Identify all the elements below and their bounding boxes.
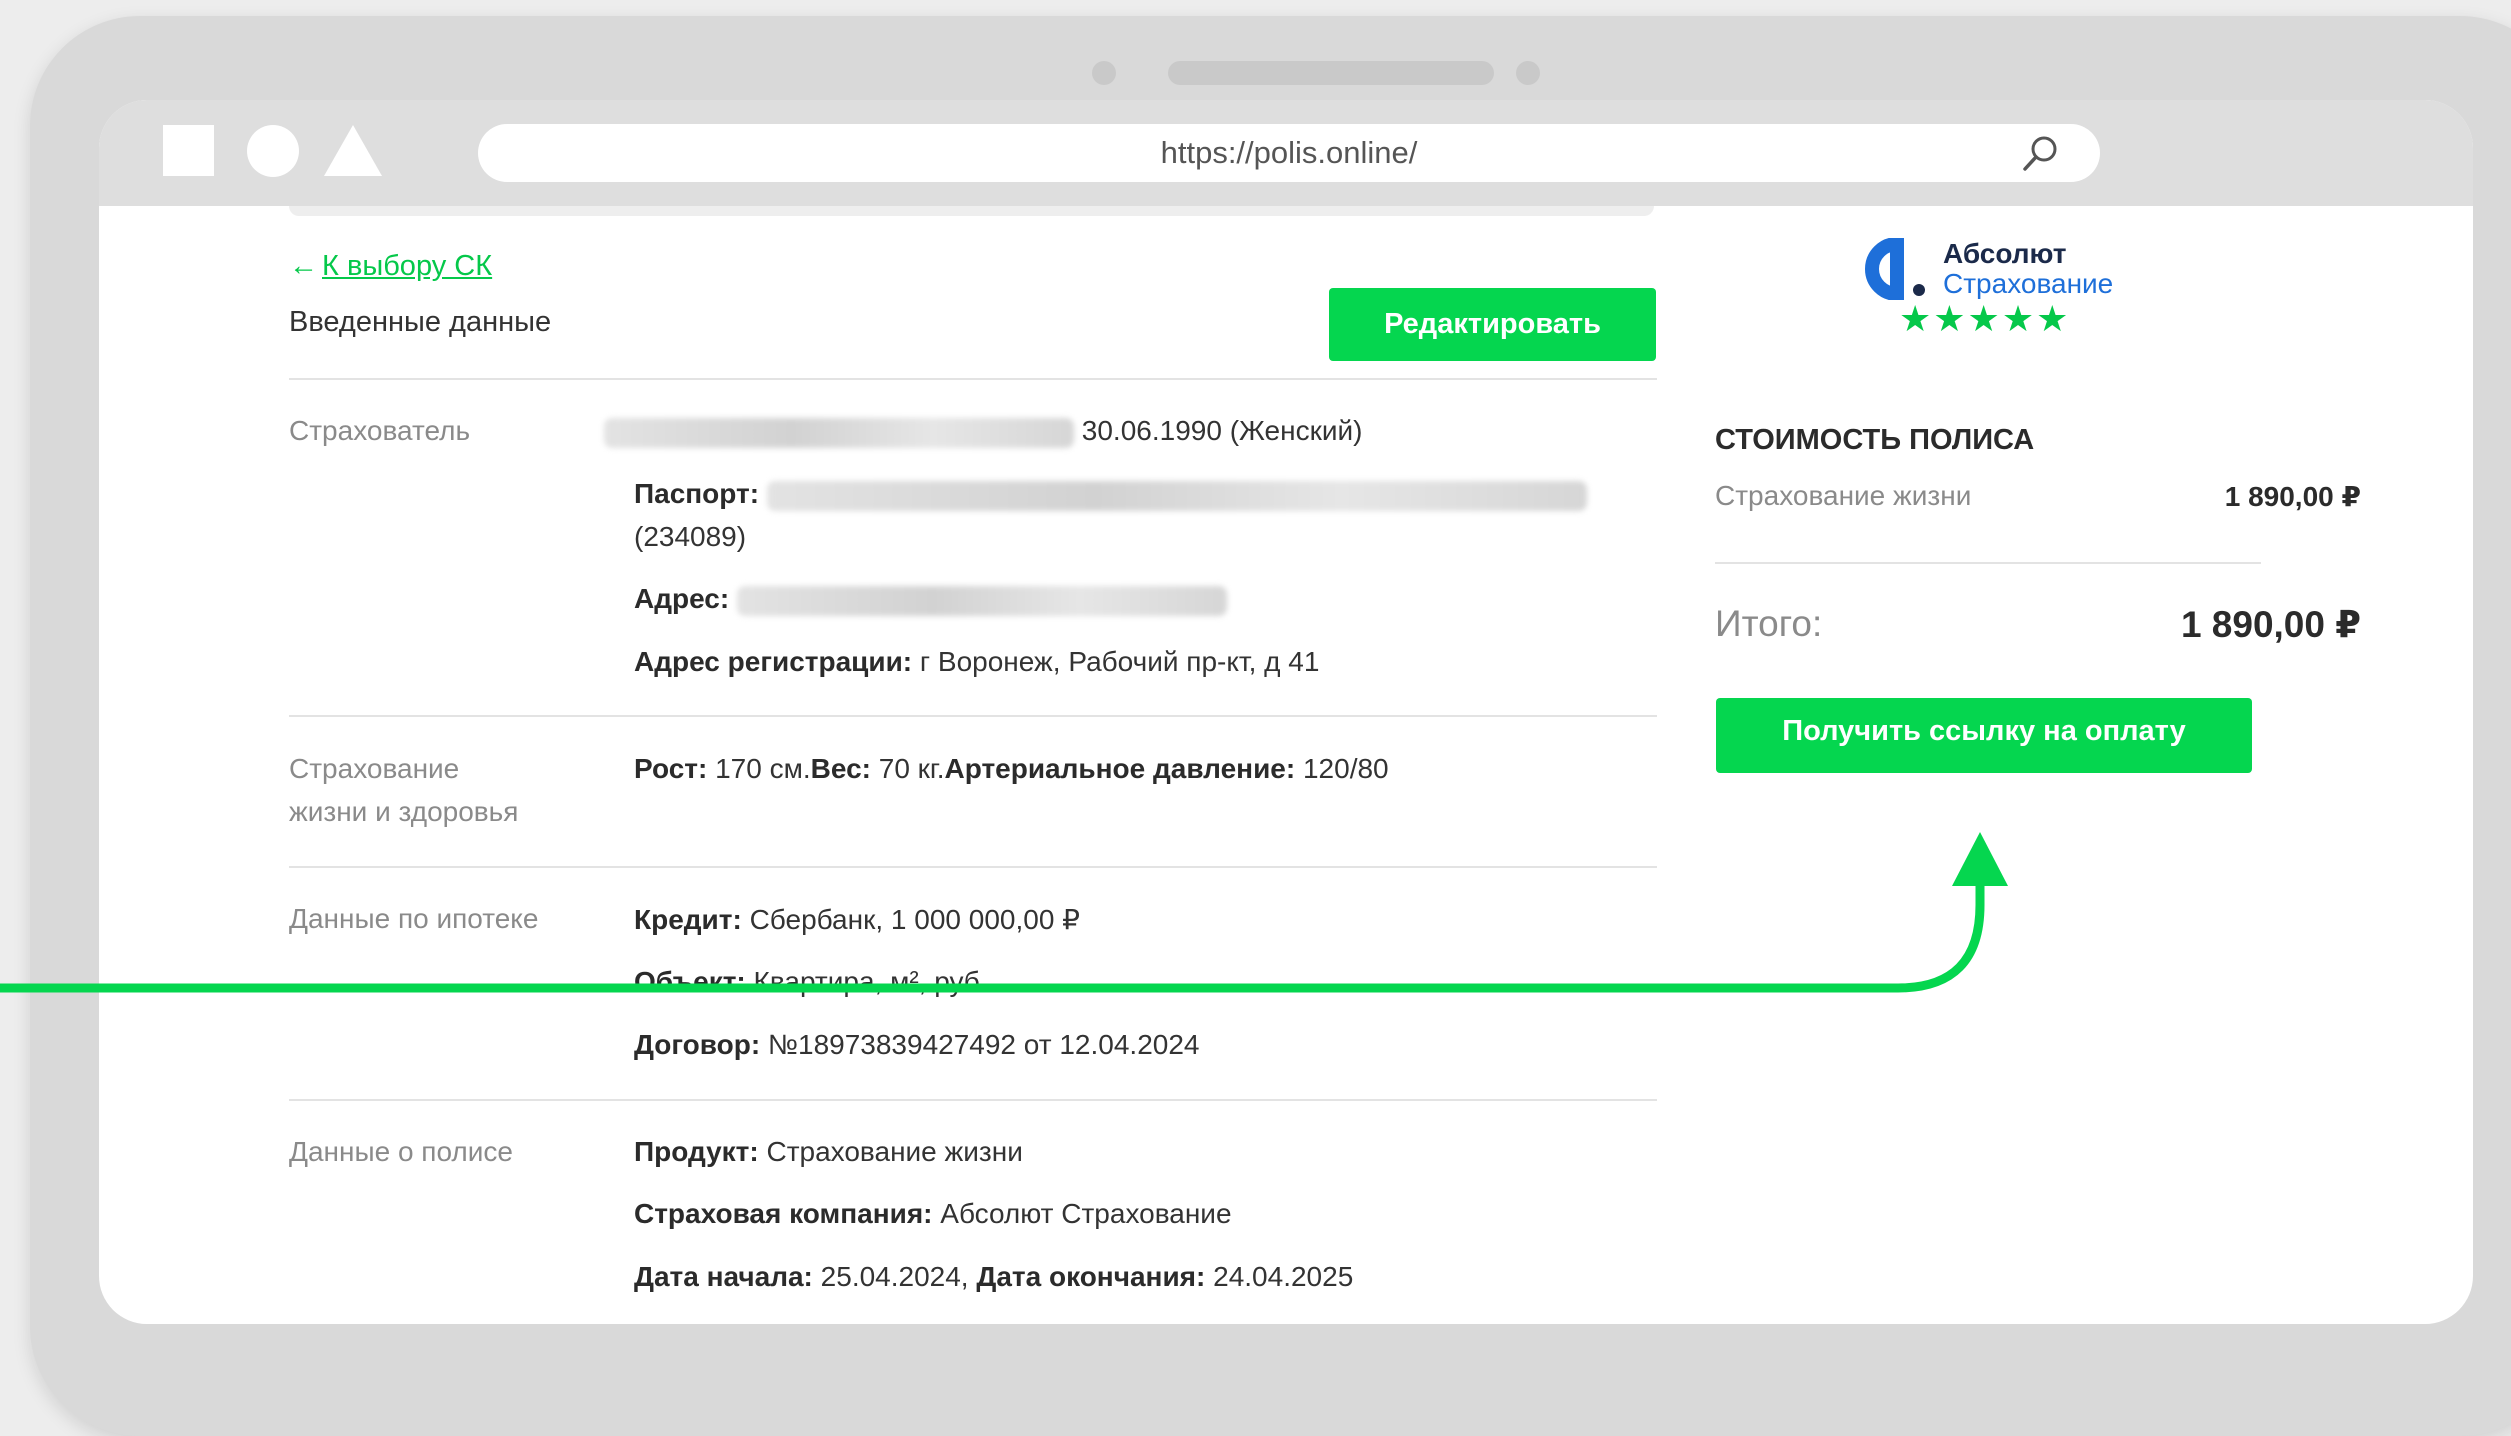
object-label: Объект:	[634, 966, 746, 997]
address-bar[interactable]: https://polis.online/	[478, 124, 2100, 182]
url-text[interactable]: https://polis.online/	[478, 124, 2100, 182]
browser-toolbar: https://polis.online/	[99, 100, 2473, 206]
health-row: Рост: 170 см.Вес: 70 кг.Артериальное дав…	[634, 753, 1389, 785]
speaker-bar	[1168, 61, 1494, 85]
divider	[289, 1099, 1657, 1101]
cost-item-value: 1 890,00 ₽	[2224, 481, 2361, 512]
company-row: Страховая компания: Абсолют Страхование	[634, 1198, 1232, 1230]
back-link-row[interactable]: ← К выбору СК	[289, 250, 492, 283]
camera-dot-left	[1092, 61, 1116, 85]
logo-text-1: Абсолют	[1943, 238, 2067, 269]
absolut-logo-mark	[1865, 238, 1925, 300]
total-label: Итого:	[1715, 603, 1823, 644]
pressure-label: Артериальное давление:	[944, 753, 1296, 784]
height-value: 170 см.	[715, 753, 811, 784]
policyholder-birth: 30.06.1990 (Женский)	[1081, 415, 1363, 446]
address-label: Адрес:	[634, 583, 730, 614]
divider	[289, 715, 1657, 717]
policyholder-label: Страхователь	[289, 415, 471, 446]
scrolled-card-edge	[289, 206, 1654, 216]
cost-item-label: Страхование жизни	[1715, 480, 1972, 511]
rating-stars: ★★★★★	[1899, 298, 2071, 339]
camera-dot-right	[1516, 61, 1540, 85]
object-value: Квартира, м², руб.	[753, 966, 988, 997]
product-row: Продукт: Страхование жизни	[634, 1136, 1023, 1168]
search-icon[interactable]	[2020, 134, 2060, 174]
credit-row: Кредит: Сбербанк, 1 000 000,00 ₽	[634, 903, 1080, 936]
address-row: Адрес:	[634, 583, 1227, 616]
credit-value: Сбербанк, 1 000 000,00 ₽	[749, 904, 1080, 935]
end-value: 24.04.2025	[1213, 1261, 1354, 1292]
insurer-logo: Абсолют Страхование ★★★★★	[1849, 238, 2139, 348]
product-value: Страхование жизни	[766, 1136, 1023, 1167]
cost-title: СТОИМОСТЬ ПОЛИСА	[1715, 424, 2035, 456]
company-value: Абсолют Страхование	[940, 1198, 1232, 1229]
policy-label: Данные о полисе	[289, 1136, 513, 1167]
height-label: Рост:	[634, 753, 708, 784]
credit-label: Кредит:	[634, 904, 742, 935]
start-value: 25.04.2024,	[820, 1261, 969, 1292]
weight-value: 70 кг.	[878, 753, 945, 784]
health-label-line2: жизни и здоровья	[289, 796, 519, 827]
reg-address-label: Адрес регистрации:	[634, 646, 913, 677]
divider	[289, 866, 1657, 868]
edit-button[interactable]: Редактировать	[1329, 288, 1656, 361]
triangle-icon	[324, 125, 382, 176]
passport-code: (234089)	[634, 521, 747, 552]
redacted-passport	[766, 480, 1587, 511]
get-payment-link-button[interactable]: Получить ссылку на оплату	[1716, 698, 2252, 773]
contract-row: Договор: №18973839427492 от 12.04.2024	[634, 1029, 1199, 1061]
redacted-name	[604, 417, 1074, 448]
health-label-line1: Страхование	[289, 753, 460, 784]
section-title: Введенные данные	[289, 306, 552, 338]
pressure-value: 120/80	[1302, 753, 1389, 784]
end-label: Дата окончания:	[976, 1261, 1206, 1292]
contract-label: Договор:	[634, 1029, 761, 1060]
object-row: Объект: Квартира, м², руб.	[634, 966, 988, 998]
mortgage-label: Данные по ипотеке	[289, 903, 539, 934]
start-label: Дата начала:	[634, 1261, 813, 1292]
product-label: Продукт:	[634, 1136, 759, 1167]
square-icon	[163, 125, 214, 176]
reg-address-row: Адрес регистрации: г Воронеж, Рабочий пр…	[634, 646, 1319, 678]
reg-address-value: г Воронеж, Рабочий пр-кт, д 41	[919, 646, 1320, 677]
logo-text-2: Страхование	[1943, 268, 2114, 299]
contract-value: №18973839427492 от 12.04.2024	[767, 1029, 1200, 1060]
divider	[1715, 562, 2261, 564]
browser-window: https://polis.online/ ← К выбору СК Введе…	[99, 100, 2473, 1324]
dates-row: Дата начала: 25.04.2024, Дата окончания:…	[634, 1261, 1353, 1293]
divider	[289, 378, 1657, 380]
back-link[interactable]: К выбору СК	[322, 250, 492, 282]
company-label: Страховая компания:	[634, 1198, 933, 1229]
total-value: 1 890,00 ₽	[2180, 604, 2361, 645]
policyholder-name-row: 30.06.1990 (Женский)	[604, 415, 1362, 448]
passport-label: Паспорт:	[634, 478, 760, 509]
back-arrow-icon[interactable]: ←	[289, 250, 318, 282]
redacted-address	[736, 585, 1227, 616]
circle-icon	[247, 125, 299, 177]
weight-label: Вес:	[810, 753, 871, 784]
passport-row: Паспорт:	[634, 478, 1587, 511]
